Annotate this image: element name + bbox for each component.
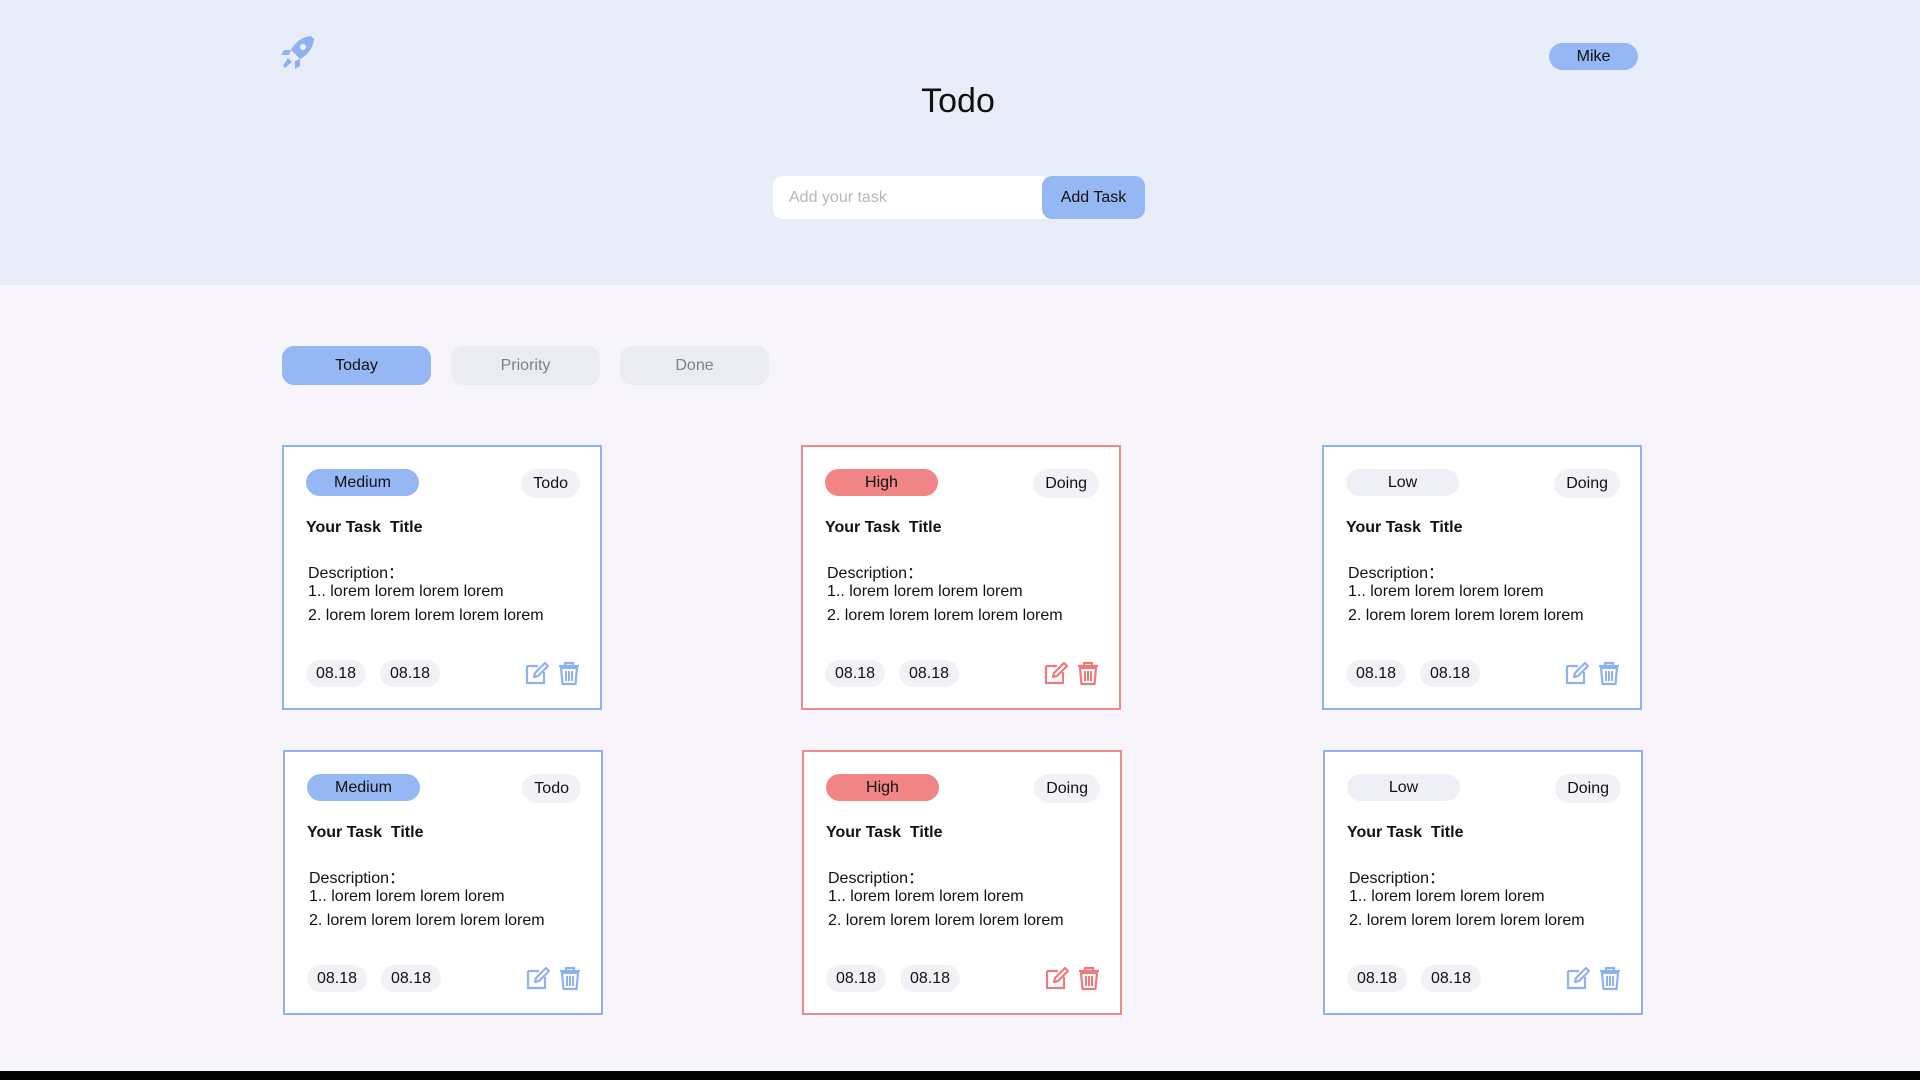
- task-title: Your Task Title: [1346, 519, 1463, 536]
- trash-icon[interactable]: [557, 965, 583, 991]
- header: Mike Todo Add Task: [0, 0, 1920, 285]
- add-task-bar: Add Task: [773, 176, 1145, 219]
- description-label: Description：: [1348, 565, 1445, 582]
- description-label: Description：: [827, 565, 924, 582]
- task-title: Your Task Title: [307, 824, 424, 841]
- due-date: 08.18: [899, 660, 959, 687]
- edit-icon[interactable]: [1564, 660, 1590, 686]
- user-button[interactable]: Mike: [1549, 43, 1638, 70]
- task-title: Your Task Title: [826, 824, 943, 841]
- status-badge: Doing: [1555, 774, 1621, 803]
- description-line: 1.. lorem lorem lorem lorem: [309, 888, 505, 905]
- tab-today[interactable]: Today: [282, 346, 431, 385]
- status-badge: Doing: [1034, 774, 1100, 803]
- priority-badge: Medium: [306, 469, 419, 496]
- description-label: Description：: [828, 870, 925, 887]
- task-title: Your Task Title: [825, 519, 942, 536]
- description-label: Description：: [308, 565, 405, 582]
- add-task-input[interactable]: [773, 176, 1043, 219]
- due-date: 08.18: [1420, 660, 1480, 687]
- due-date: 08.18: [381, 965, 441, 992]
- tab-priority[interactable]: Priority: [451, 346, 600, 385]
- priority-badge: High: [826, 774, 939, 801]
- task-card[interactable]: High Doing Your Task Title Description： 1.. …: [802, 750, 1122, 1015]
- priority-badge: Medium: [307, 774, 420, 801]
- priority-badge: Low: [1347, 774, 1460, 801]
- page-title: Todo: [921, 82, 995, 120]
- trash-icon[interactable]: [556, 660, 582, 686]
- due-date: 08.18: [380, 660, 440, 687]
- due-date: 08.18: [900, 965, 960, 992]
- priority-badge: Low: [1346, 469, 1459, 496]
- trash-icon[interactable]: [1075, 660, 1101, 686]
- trash-icon[interactable]: [1597, 965, 1623, 991]
- edit-icon[interactable]: [524, 660, 550, 686]
- trash-icon[interactable]: [1596, 660, 1622, 686]
- task-title: Your Task Title: [1347, 824, 1464, 841]
- bottom-bar: [0, 1071, 1920, 1080]
- description-line: 2. lorem lorem lorem lorem lorem: [827, 607, 1063, 624]
- start-date: 08.18: [1346, 660, 1406, 687]
- status-badge: Todo: [521, 469, 580, 498]
- rocket-icon[interactable]: [278, 32, 318, 72]
- start-date: 08.18: [307, 965, 367, 992]
- status-badge: Doing: [1033, 469, 1099, 498]
- description-line: 2. lorem lorem lorem lorem lorem: [1349, 912, 1585, 929]
- task-title: Your Task Title: [306, 519, 423, 536]
- edit-icon[interactable]: [1565, 965, 1591, 991]
- add-task-button[interactable]: Add Task: [1042, 176, 1145, 219]
- task-card[interactable]: Low Doing Your Task Title Description： 1.. l…: [1322, 445, 1642, 710]
- tab-done[interactable]: Done: [620, 346, 769, 385]
- task-card[interactable]: Medium Todo Your Task Title Description： 1..…: [282, 445, 602, 710]
- edit-icon[interactable]: [1044, 965, 1070, 991]
- start-date: 08.18: [1347, 965, 1407, 992]
- description-line: 2. lorem lorem lorem lorem lorem: [1348, 607, 1584, 624]
- trash-icon[interactable]: [1076, 965, 1102, 991]
- description-line: 1.. lorem lorem lorem lorem: [827, 583, 1023, 600]
- description-label: Description：: [309, 870, 406, 887]
- priority-badge: High: [825, 469, 938, 496]
- description-line: 2. lorem lorem lorem lorem lorem: [828, 912, 1064, 929]
- status-badge: Todo: [522, 774, 581, 803]
- description-line: 2. lorem lorem lorem lorem lorem: [308, 607, 544, 624]
- edit-icon[interactable]: [1043, 660, 1069, 686]
- start-date: 08.18: [826, 965, 886, 992]
- due-date: 08.18: [1421, 965, 1481, 992]
- description-label: Description：: [1349, 870, 1446, 887]
- description-line: 1.. lorem lorem lorem lorem: [1349, 888, 1545, 905]
- start-date: 08.18: [825, 660, 885, 687]
- status-badge: Doing: [1554, 469, 1620, 498]
- description-line: 1.. lorem lorem lorem lorem: [1348, 583, 1544, 600]
- description-line: 2. lorem lorem lorem lorem lorem: [309, 912, 545, 929]
- task-card[interactable]: Medium Todo Your Task Title Description： 1..…: [283, 750, 603, 1015]
- task-card[interactable]: Low Doing Your Task Title Description： 1.. l…: [1323, 750, 1643, 1015]
- start-date: 08.18: [306, 660, 366, 687]
- edit-icon[interactable]: [525, 965, 551, 991]
- description-line: 1.. lorem lorem lorem lorem: [828, 888, 1024, 905]
- task-card[interactable]: High Doing Your Task Title Description： 1.. …: [801, 445, 1121, 710]
- description-line: 1.. lorem lorem lorem lorem: [308, 583, 504, 600]
